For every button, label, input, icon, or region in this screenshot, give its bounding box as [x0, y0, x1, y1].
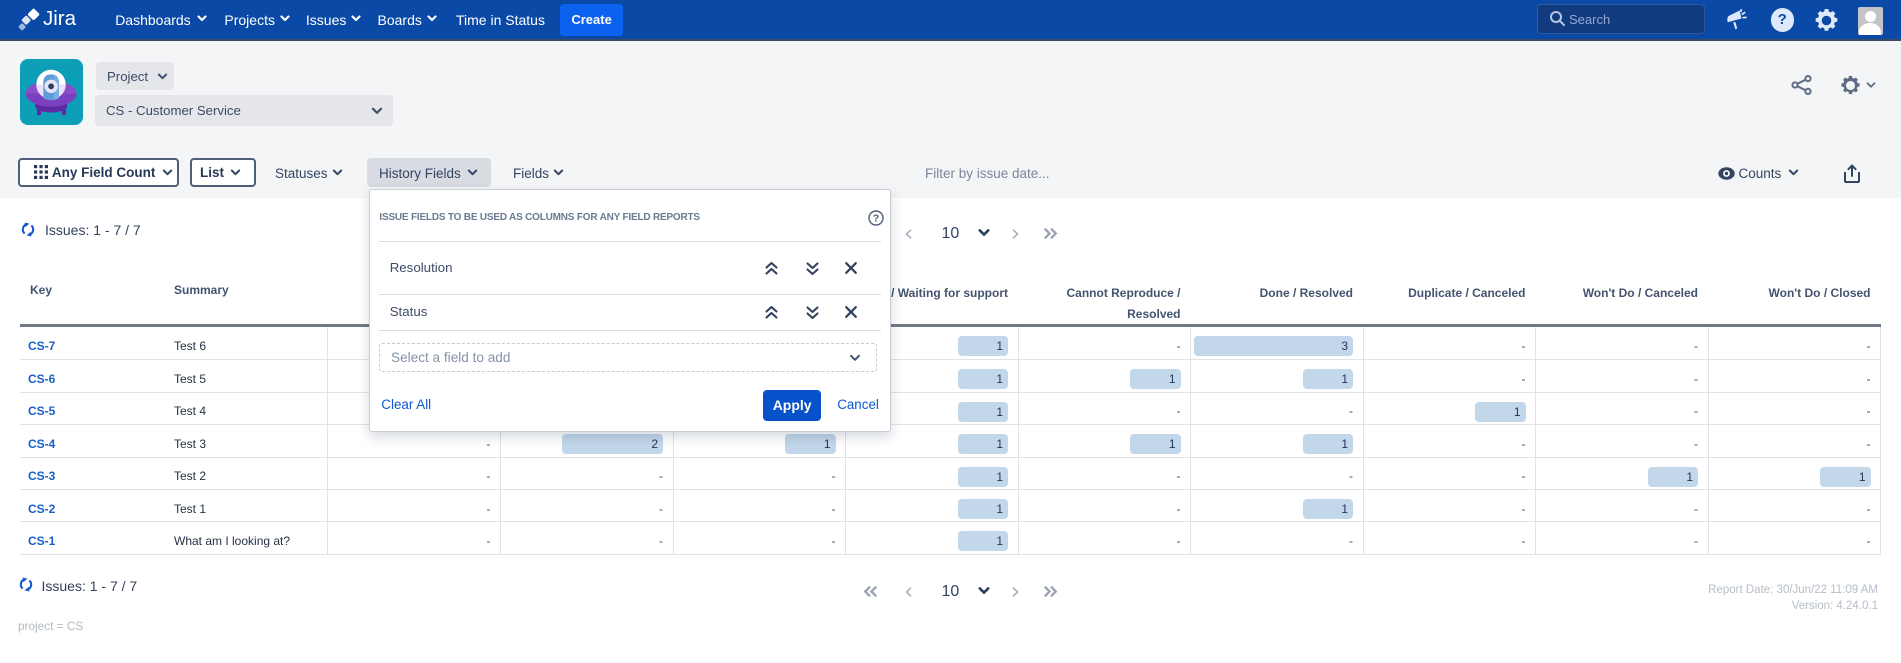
svg-text:?: ? — [873, 213, 879, 225]
